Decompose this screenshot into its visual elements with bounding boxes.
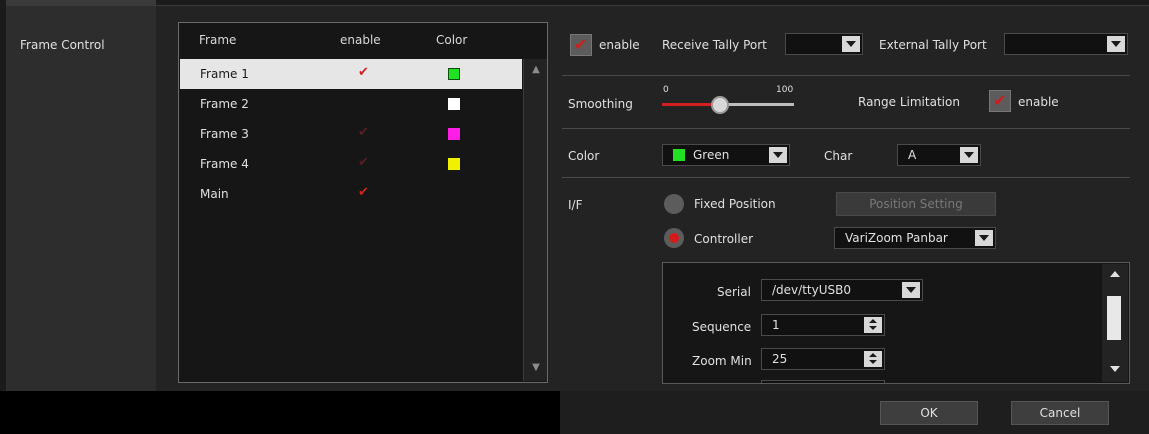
scroll-down-icon[interactable]: ▼ — [529, 361, 543, 375]
color-swatch — [673, 149, 685, 161]
tally-enable-checkbox[interactable]: ✔ — [570, 34, 592, 56]
color-value: Green — [693, 148, 730, 162]
enable-check-icon[interactable]: ✔ — [358, 65, 369, 80]
external-tally-port-select[interactable] — [1004, 33, 1128, 55]
serial-select[interactable]: /dev/ttyUSB0 — [761, 279, 923, 301]
settings-scrollbar[interactable] — [1102, 264, 1128, 382]
scroll-up-icon[interactable] — [1106, 268, 1124, 282]
column-header-color: Color — [436, 33, 468, 47]
serial-value: /dev/ttyUSB0 — [772, 283, 851, 297]
char-select[interactable]: A — [897, 144, 981, 166]
frame-name: Frame 1 — [200, 67, 249, 81]
chevron-down-icon — [902, 282, 920, 298]
chevron-down-icon — [975, 230, 993, 246]
frame-table: Frame enable Color Frame 1 ✔ Frame 2 Fra… — [178, 22, 548, 383]
smoothing-slider-handle[interactable] — [711, 96, 729, 114]
top-divider — [156, 0, 1149, 6]
controller-settings-panel: Serial /dev/ttyUSB0 Sequence 1 Zoom Min … — [662, 262, 1130, 384]
chevron-down-icon — [960, 147, 978, 163]
color-swatch[interactable] — [448, 158, 460, 170]
range-limitation-label: Range Limitation — [858, 95, 960, 109]
check-icon: ✔ — [574, 35, 588, 54]
slider-max-label: 100 — [776, 85, 794, 95]
color-select[interactable]: Green — [662, 144, 790, 166]
controller-select[interactable]: VariZoom Panbar — [834, 227, 996, 249]
slider-min-label: 0 — [663, 85, 669, 95]
cancel-button[interactable]: Cancel — [1011, 401, 1109, 425]
external-tally-port-label: External Tally Port — [879, 38, 987, 52]
char-value: A — [908, 148, 917, 162]
receive-tally-port-label: Receive Tally Port — [662, 38, 767, 52]
frame-name: Frame 4 — [200, 157, 249, 171]
check-icon: ✔ — [993, 91, 1007, 110]
sidebar — [6, 6, 156, 391]
stepper-arrows-icon[interactable] — [864, 383, 882, 384]
sidebar-item-frame-control[interactable]: Frame Control — [20, 38, 105, 52]
sequence-stepper[interactable]: 1 — [761, 314, 885, 336]
color-label: Color — [568, 149, 600, 163]
smoothing-label: Smoothing — [568, 97, 633, 111]
frame-name: Frame 3 — [200, 127, 249, 141]
enable-check-icon[interactable]: ✔ — [358, 125, 369, 140]
table-row-frame-4[interactable]: Frame 4 ✔ — [180, 149, 522, 179]
zoom-min-label: Zoom Min — [692, 354, 752, 368]
chevron-down-icon — [842, 36, 860, 52]
enable-check-icon[interactable]: ✔ — [358, 155, 369, 170]
section-divider — [562, 75, 1130, 76]
ok-button[interactable]: OK — [880, 401, 978, 425]
table-row-frame-1[interactable]: Frame 1 ✔ — [180, 59, 522, 89]
fixed-position-label: Fixed Position — [694, 197, 776, 211]
receive-tally-port-select[interactable] — [785, 33, 863, 55]
serial-label: Serial — [717, 285, 751, 299]
chevron-down-icon — [769, 147, 787, 163]
tally-enable-label: enable — [599, 38, 640, 52]
chevron-down-icon — [1107, 36, 1125, 52]
range-limitation-enable-label: enable — [1018, 95, 1059, 109]
section-divider — [562, 128, 1130, 129]
table-row-frame-3[interactable]: Frame 3 ✔ — [180, 119, 522, 149]
table-row-frame-2[interactable]: Frame 2 — [180, 89, 522, 119]
range-limitation-checkbox[interactable]: ✔ — [989, 90, 1011, 112]
color-swatch[interactable] — [448, 128, 460, 140]
fixed-position-radio[interactable] — [664, 194, 684, 214]
sequence-label: Sequence — [692, 320, 752, 334]
enable-check-icon[interactable]: ✔ — [358, 185, 369, 200]
next-stepper[interactable] — [761, 380, 885, 384]
column-header-enable: enable — [340, 33, 381, 47]
frame-name: Main — [200, 187, 229, 201]
color-swatch[interactable] — [448, 98, 460, 110]
controller-radio[interactable] — [664, 228, 684, 248]
table-row-main[interactable]: Main ✔ — [180, 179, 522, 209]
section-divider — [562, 177, 1130, 178]
column-header-frame: Frame — [199, 33, 237, 47]
controller-value: VariZoom Panbar — [845, 231, 948, 245]
controller-label: Controller — [694, 232, 754, 246]
stepper-arrows-icon[interactable] — [864, 317, 882, 333]
frame-name: Frame 2 — [200, 97, 249, 111]
interface-label: I/F — [568, 198, 583, 212]
scroll-down-icon[interactable] — [1106, 362, 1124, 376]
table-scrollbar[interactable]: ▲ ▼ — [523, 59, 547, 381]
sequence-value: 1 — [772, 318, 780, 332]
position-setting-button[interactable]: Position Setting — [836, 192, 996, 216]
scroll-thumb[interactable] — [1107, 296, 1121, 340]
stepper-arrows-icon[interactable] — [864, 351, 882, 367]
color-swatch[interactable] — [448, 68, 460, 80]
scroll-up-icon[interactable]: ▲ — [529, 63, 543, 77]
zoom-min-stepper[interactable]: 25 — [761, 348, 885, 370]
zoom-min-value: 25 — [772, 352, 788, 366]
char-label: Char — [824, 149, 853, 163]
